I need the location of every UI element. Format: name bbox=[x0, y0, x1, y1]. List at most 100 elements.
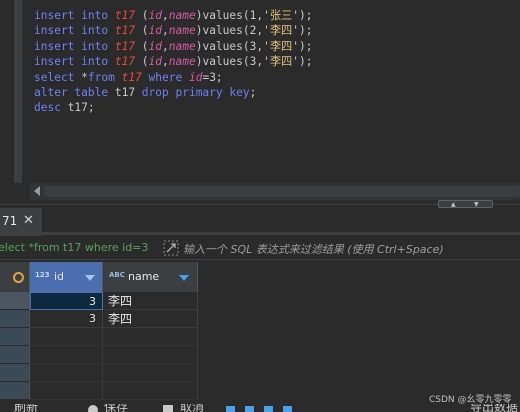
code-token: into bbox=[81, 55, 115, 69]
watermark: CSDN @幺零九零零 bbox=[429, 395, 512, 405]
row-number-cell[interactable] bbox=[0, 292, 30, 310]
refresh-button[interactable]: 刷新 bbox=[14, 404, 38, 412]
row-number-cell bbox=[0, 364, 30, 382]
code-token: select bbox=[34, 70, 82, 84]
empty-cell bbox=[30, 382, 103, 400]
expand-filter-icon[interactable] bbox=[163, 240, 179, 256]
row-number-header[interactable] bbox=[0, 262, 30, 292]
code-token: drop bbox=[141, 85, 176, 99]
filter-input[interactable]: 输入一个 SQL 表达式来过滤结果 (使用 Ctrl+Space) bbox=[183, 241, 444, 257]
scroll-left-icon[interactable] bbox=[34, 186, 40, 196]
sort-arrow-icon[interactable] bbox=[85, 275, 95, 281]
cell-name[interactable]: 李四 bbox=[103, 292, 198, 310]
row-number-cell bbox=[0, 328, 30, 346]
code-token: ; bbox=[249, 85, 257, 99]
code-token: name bbox=[168, 24, 196, 38]
code-token: t17 bbox=[114, 85, 142, 99]
sort-arrow-icon[interactable] bbox=[179, 275, 189, 281]
empty-cell bbox=[30, 328, 103, 346]
code-token: insert bbox=[34, 55, 82, 69]
code-token: , bbox=[162, 39, 169, 53]
code-token: 李四 bbox=[269, 55, 293, 69]
cell-name[interactable]: 李四 bbox=[103, 310, 198, 328]
code-token: t17 bbox=[114, 9, 142, 22]
code-token: id bbox=[148, 39, 163, 53]
code-token: '); bbox=[292, 39, 313, 53]
code-token: id bbox=[188, 70, 203, 84]
cancel-icon[interactable] bbox=[163, 405, 173, 412]
format-icon[interactable] bbox=[264, 406, 273, 412]
code-token: '); bbox=[292, 24, 313, 38]
empty-cell bbox=[103, 328, 198, 346]
code-token: primary bbox=[175, 85, 230, 99]
code-token: desc bbox=[34, 101, 68, 115]
filter-bar: elect *from t17 where id=3 输入一个 SQL 表达式来… bbox=[0, 237, 520, 260]
code-token: =3; bbox=[202, 70, 223, 84]
code-line[interactable]: desc t17; bbox=[34, 100, 312, 115]
code-token: name bbox=[168, 55, 196, 69]
cell-id[interactable]: 3 bbox=[30, 292, 103, 310]
code-token: ( bbox=[141, 39, 149, 53]
code-token: insert bbox=[34, 9, 82, 22]
sql-code[interactable]: insert into t17 (id,name)values(1,'张三');… bbox=[34, 8, 312, 116]
code-line[interactable]: alter table t17 drop primary key; bbox=[34, 85, 312, 100]
code-token: t17; bbox=[67, 101, 95, 115]
code-token: alter bbox=[34, 85, 75, 99]
code-token: )values(3,' bbox=[195, 55, 270, 69]
result-grid: 123 id ABC name 3 李四 3 李四 bbox=[0, 262, 520, 412]
column-header-label: name bbox=[128, 270, 160, 283]
empty-cell bbox=[103, 364, 198, 382]
column-header-label: id bbox=[54, 270, 65, 283]
row-number-cell bbox=[0, 382, 30, 400]
code-token: into bbox=[81, 9, 115, 22]
save-button[interactable]: 保存 bbox=[104, 404, 128, 412]
column-header-name[interactable]: ABC name bbox=[103, 262, 198, 292]
format-icon[interactable] bbox=[283, 406, 292, 412]
string-type-icon: ABC bbox=[109, 271, 125, 279]
code-line[interactable]: insert into t17 (id,name)values(3,'李四'); bbox=[34, 54, 312, 69]
code-token: name bbox=[168, 9, 196, 22]
close-icon[interactable]: ✕ bbox=[23, 213, 34, 228]
format-icon[interactable] bbox=[226, 406, 235, 412]
export-data-button[interactable]: 导出数据 bbox=[470, 404, 518, 412]
cell-id[interactable]: 3 bbox=[30, 310, 103, 328]
record-mode-icon[interactable] bbox=[13, 272, 24, 283]
code-token: , bbox=[162, 9, 169, 22]
code-line[interactable]: insert into t17 (id,name)values(2,'李四'); bbox=[34, 23, 312, 38]
numeric-type-icon: 123 bbox=[35, 271, 50, 279]
code-token: insert bbox=[34, 24, 82, 38]
code-token: t17 bbox=[114, 55, 142, 69]
cancel-button[interactable]: 取消 bbox=[180, 404, 204, 412]
splitter-handle[interactable]: ▲ ▼ bbox=[438, 200, 493, 208]
save-icon[interactable] bbox=[88, 405, 98, 412]
editor-gutter bbox=[14, 0, 22, 183]
code-token: '); bbox=[292, 55, 313, 69]
code-line[interactable]: insert into t17 (id,name)values(3,'李四'); bbox=[34, 39, 312, 54]
code-token: insert bbox=[34, 39, 82, 53]
code-token: 张三 bbox=[269, 9, 293, 22]
code-token: )values(1,' bbox=[195, 9, 270, 22]
code-token: into bbox=[81, 24, 115, 38]
code-token: id bbox=[148, 9, 163, 22]
sql-editor[interactable]: insert into t17 (id,name)values(1,'张三');… bbox=[0, 0, 520, 200]
code-token: 李四 bbox=[269, 39, 293, 53]
code-token: t17 bbox=[114, 39, 142, 53]
row-number-cell[interactable] bbox=[0, 310, 30, 328]
tab-result-label: 71 bbox=[2, 214, 18, 228]
code-token: ( bbox=[141, 55, 149, 69]
code-token: * bbox=[81, 70, 88, 84]
code-line[interactable]: select *from t17 where id=3; bbox=[34, 70, 312, 85]
code-token: id bbox=[148, 55, 163, 69]
scrollbar-thumb[interactable] bbox=[44, 186, 520, 197]
code-token: t17 bbox=[114, 24, 142, 38]
code-token: from bbox=[87, 70, 122, 84]
column-header-id[interactable]: 123 id bbox=[30, 262, 103, 292]
code-token: '); bbox=[292, 9, 313, 22]
tab-underline bbox=[0, 232, 520, 235]
code-token: ( bbox=[141, 24, 149, 38]
code-token: id bbox=[148, 24, 163, 38]
code-line[interactable]: insert into t17 (id,name)values(1,'张三'); bbox=[34, 8, 312, 23]
row-number-cell bbox=[0, 346, 30, 364]
format-icon[interactable] bbox=[245, 406, 254, 412]
editor-horizontal-scrollbar[interactable] bbox=[30, 183, 520, 200]
